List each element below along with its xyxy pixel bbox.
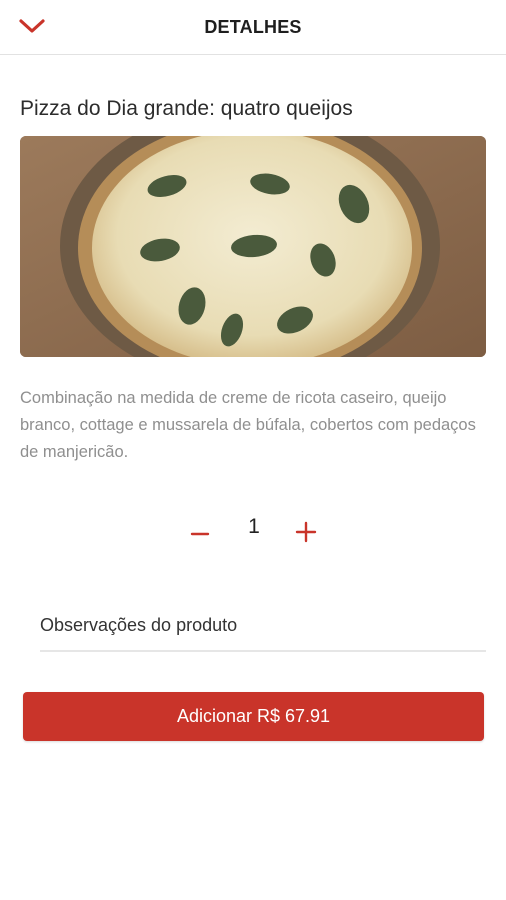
product-image [20, 136, 486, 357]
product-title: Pizza do Dia grande: quatro queijos [20, 97, 353, 120]
header-bar: DETALHES [0, 0, 506, 55]
product-description: Combinação na medida de creme de ricota … [20, 389, 476, 461]
plus-icon [295, 521, 317, 548]
add-to-cart-button[interactable]: Adicionar R$ 67.91 [23, 692, 484, 741]
product-notes-input[interactable] [40, 600, 486, 652]
decrease-quantity-button[interactable] [186, 518, 214, 546]
page-title: DETALHES [204, 17, 302, 37]
quantity-value: 1 [248, 515, 260, 538]
quantity-stepper: 1 [0, 510, 506, 554]
minus-icon [190, 520, 210, 545]
increase-quantity-button[interactable] [292, 520, 320, 548]
